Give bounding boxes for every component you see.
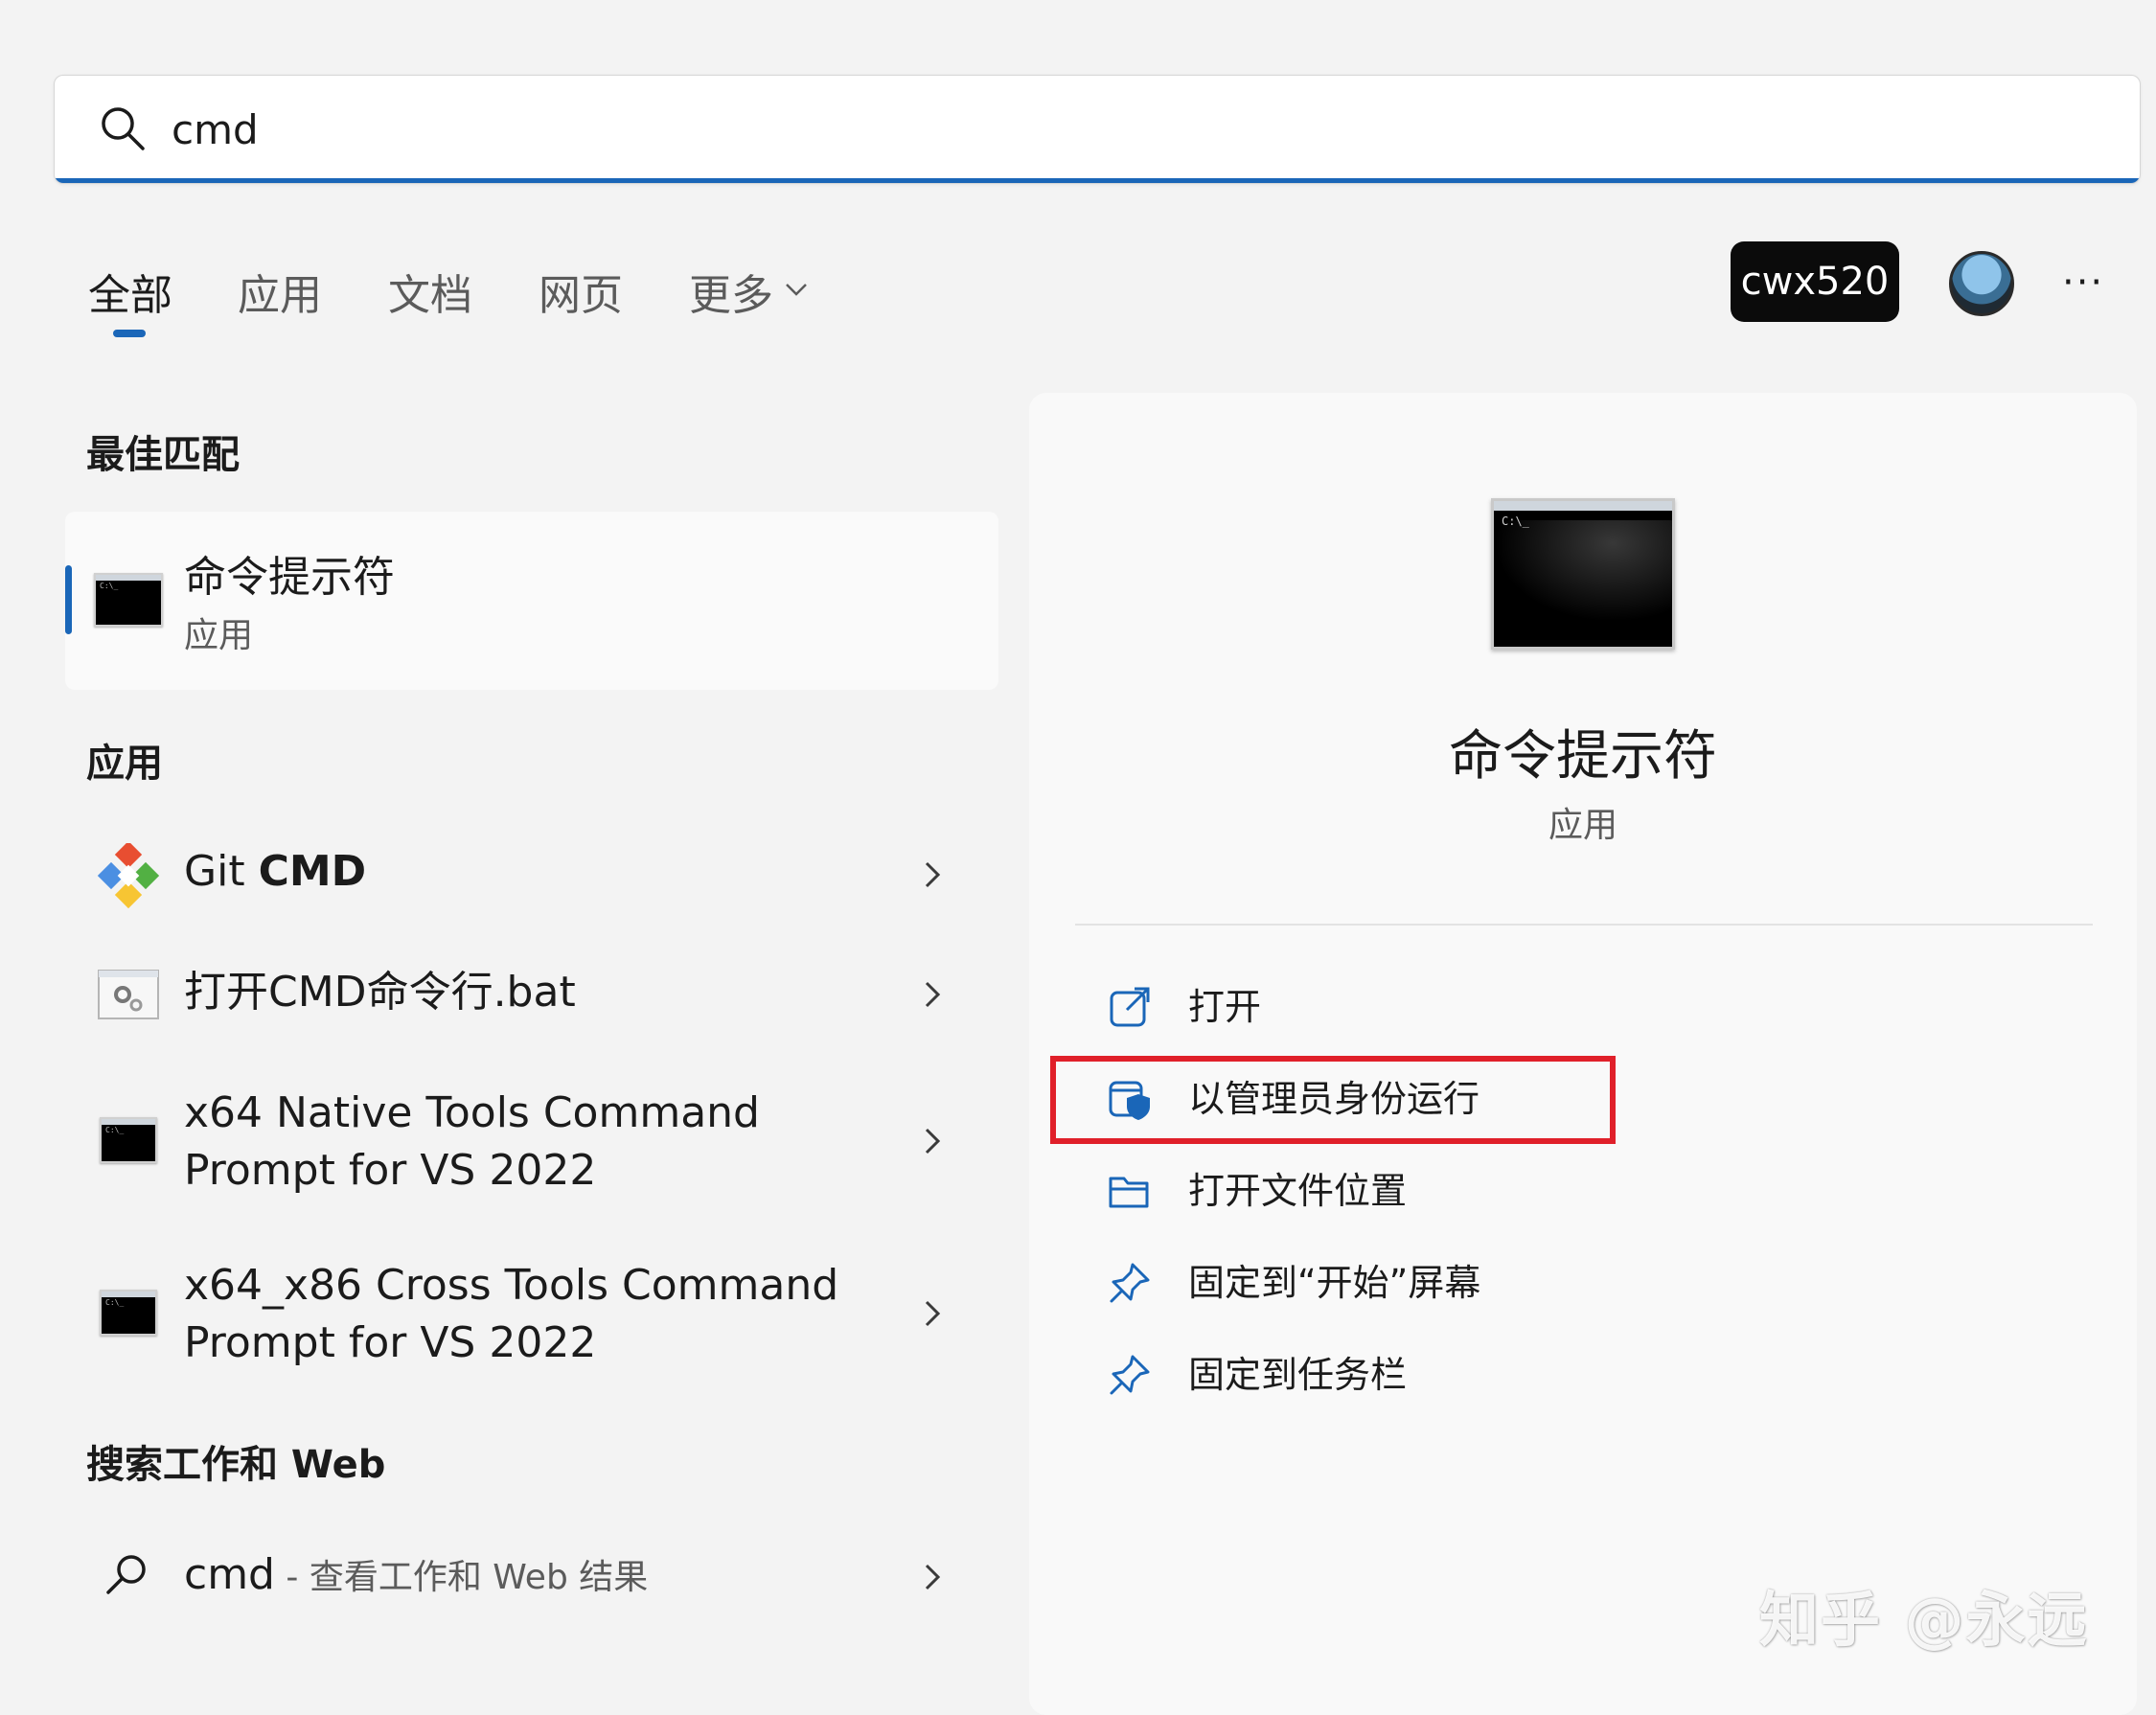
chevron-down-icon[interactable] [784,280,809,299]
tab-web[interactable]: 网页 [539,261,623,322]
chevron-right-icon[interactable] [922,1297,943,1330]
search-focus-underline [55,178,2140,183]
search-icon [102,107,145,150]
detail-app-type: 应用 [1548,806,1617,845]
best-match-type: 应用 [184,616,254,655]
selection-indicator [65,565,72,634]
tab-apps[interactable]: 应用 [238,261,322,322]
pin-icon [1110,1263,1150,1303]
action-pin-to-taskbar-label: 固定到任务栏 [1188,1354,1408,1396]
tab-active-indicator [113,330,146,337]
search-input[interactable] [170,95,1994,164]
web-search-heading: 搜索工作和 Web [86,1443,386,1487]
apps-heading: 应用 [86,742,163,786]
batch-file-icon [98,970,159,1019]
git-icon [97,843,160,908]
action-open[interactable] [1075,970,1612,1046]
chevron-right-icon[interactable] [922,1125,943,1157]
chevron-right-icon[interactable] [922,1561,943,1593]
more-options-button[interactable]: ··· [2062,261,2110,305]
command-prompt-large-icon: C:\_ [1491,498,1675,650]
divider [1075,924,2093,926]
best-match-heading: 最佳匹配 [86,433,240,477]
app-name-line1: x64_x86 Cross Tools Command [184,1261,839,1310]
watermark: 知乎 @永远 [1759,1585,2089,1655]
search-box[interactable] [54,75,2141,184]
command-prompt-icon: C:\_ [100,1117,157,1163]
command-prompt-icon: C:\_ [94,573,163,627]
best-match-name: 命令提示符 [184,553,395,602]
web-search-label: cmd - 查看工作和 Web 结果 [184,1550,649,1599]
action-pin-to-start-label: 固定到“开始”屏幕 [1188,1262,1481,1304]
user-account-button[interactable]: cwx520 [1731,241,1899,322]
avatar[interactable] [1949,251,2014,316]
folder-icon [1109,1177,1149,1208]
tab-all[interactable]: 全部 [88,261,172,322]
app-name: Git CMD [184,847,367,896]
open-external-icon [1110,987,1150,1027]
action-open-file-location-label: 打开文件位置 [1188,1170,1408,1212]
app-name-line1: x64 Native Tools Command [184,1088,760,1137]
tab-documents[interactable]: 文档 [388,261,472,322]
detail-app-name: 命令提示符 [1449,725,1717,788]
command-prompt-icon: C:\_ [100,1290,157,1336]
action-open-label: 打开 [1188,986,1262,1028]
search-icon [106,1555,146,1594]
tab-more[interactable]: 更多 [689,261,773,322]
chevron-right-icon[interactable] [922,858,943,891]
chevron-right-icon[interactable] [922,978,943,1011]
app-name-line2: Prompt for VS 2022 [184,1146,597,1195]
pin-icon [1110,1355,1150,1395]
app-name-line2: Prompt for VS 2022 [184,1318,597,1367]
highlight-annotation-box [1050,1056,1616,1144]
app-name: 打开CMD命令行.bat [184,968,576,1017]
